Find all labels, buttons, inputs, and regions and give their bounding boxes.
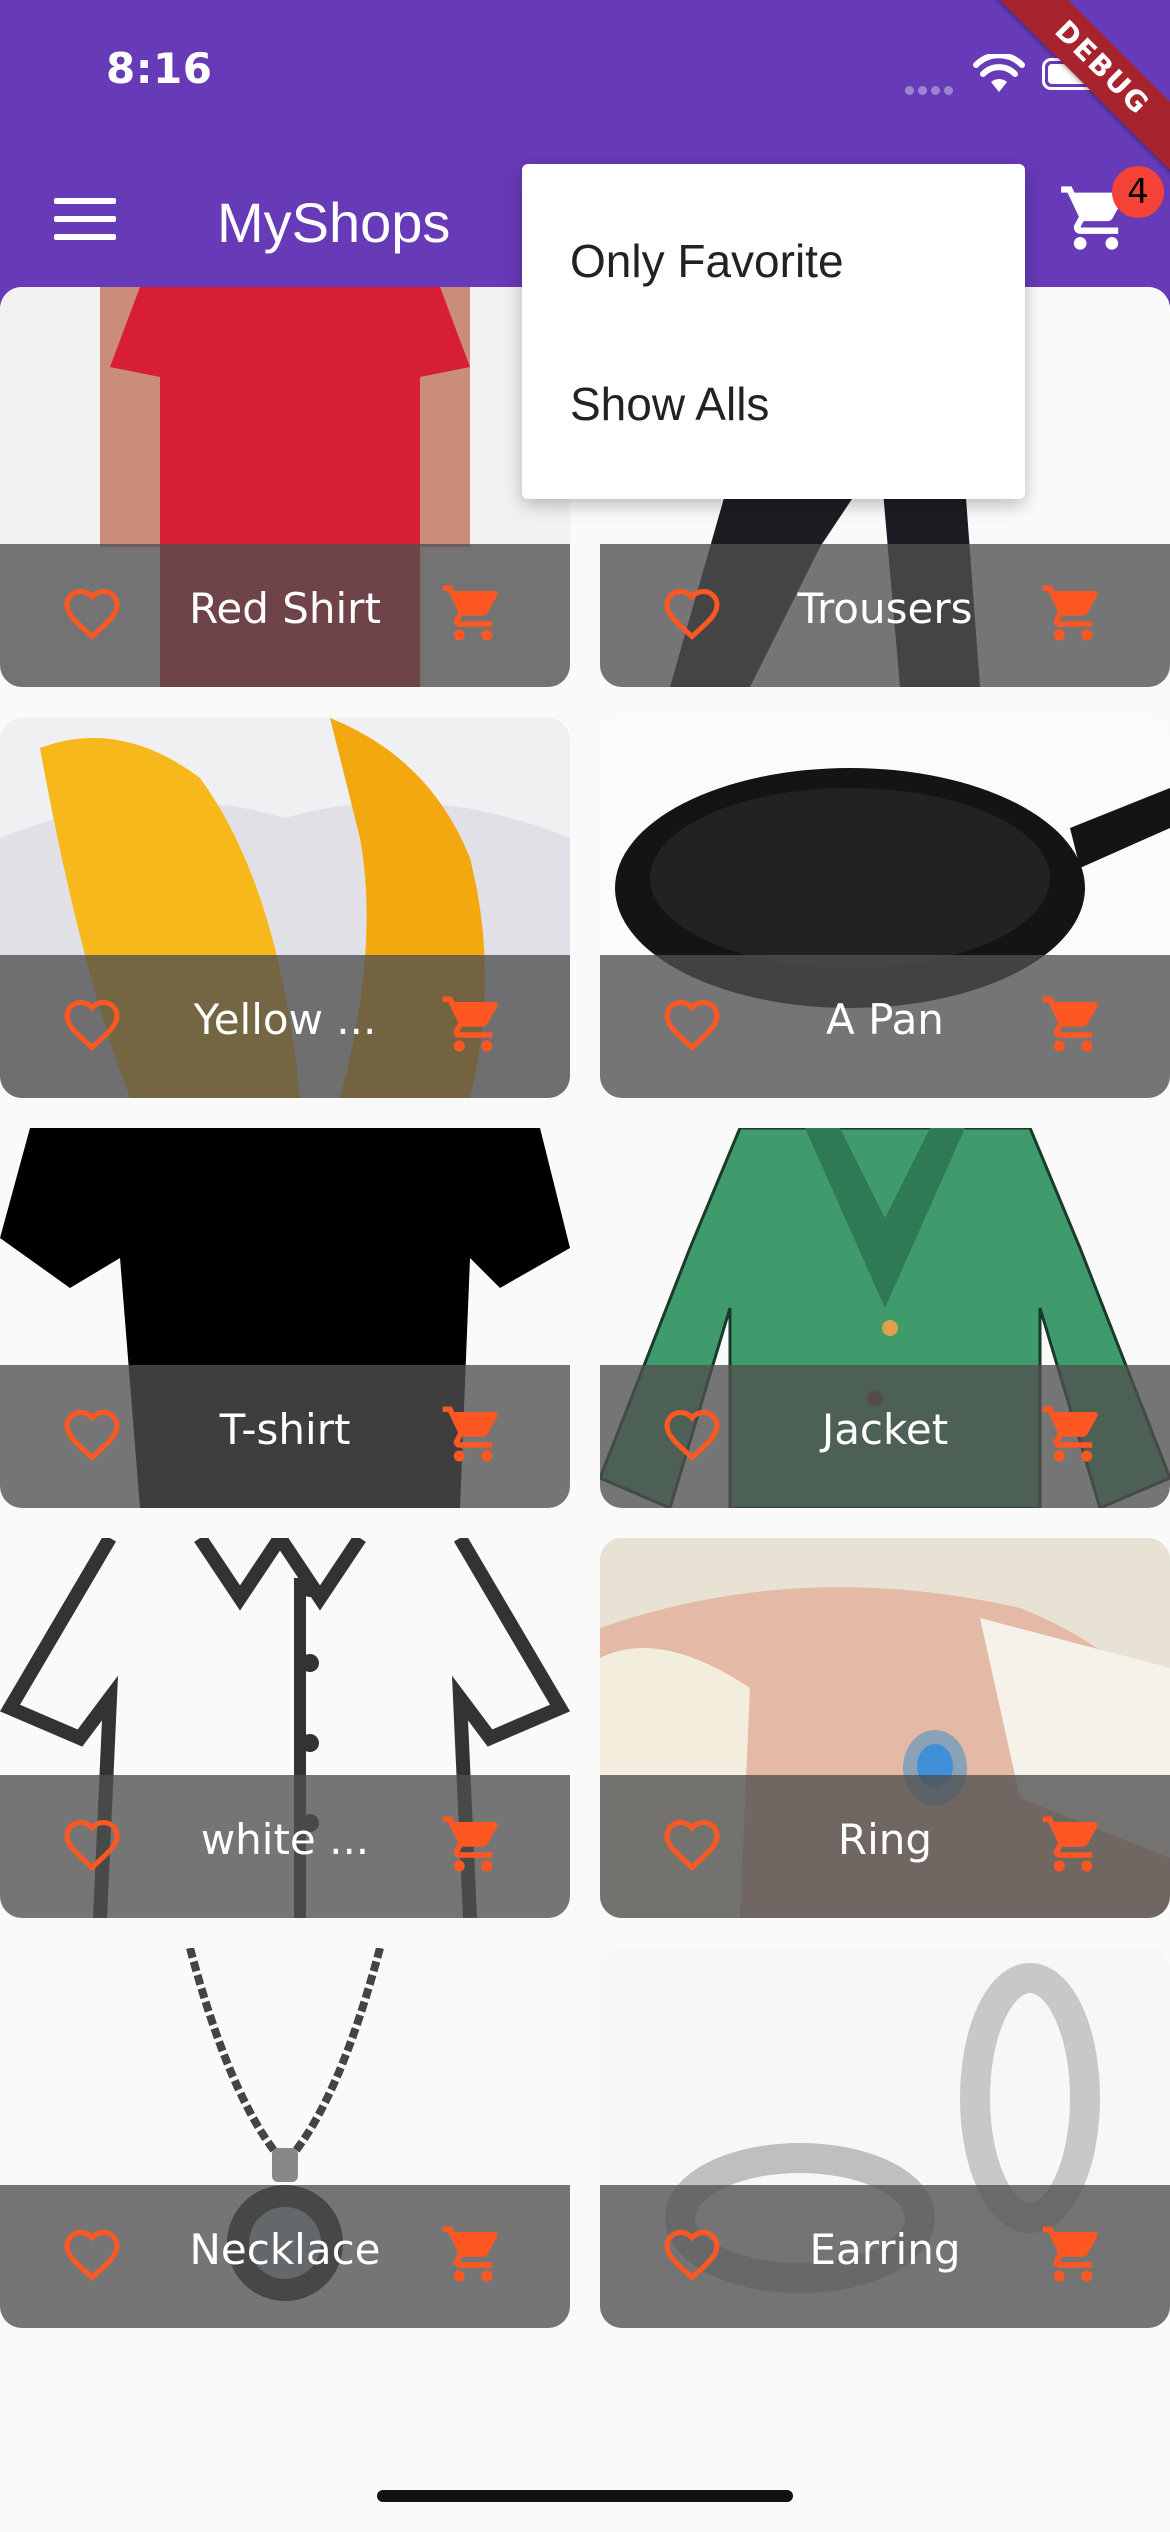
product-title: Earring [809, 2225, 961, 2274]
product-title: Red Shirt [189, 584, 381, 633]
cart-count-badge: 4 [1112, 166, 1164, 218]
product-title: Trousers [797, 584, 973, 633]
add-to-cart-icon[interactable] [1040, 1401, 1106, 1467]
product-title: white ... [200, 1815, 370, 1864]
product-tile[interactable]: T-shirt [0, 1128, 570, 1508]
product-title: Ring [837, 1815, 933, 1864]
menu-icon [54, 198, 116, 204]
product-tile[interactable]: Necklace [0, 1948, 570, 2328]
add-to-cart-icon[interactable] [440, 991, 506, 1057]
favorite-icon[interactable] [660, 1815, 724, 1875]
wifi-icon [973, 54, 1025, 92]
product-title: Jacket [821, 1405, 949, 1454]
add-to-cart-icon[interactable] [440, 1811, 506, 1877]
add-to-cart-icon[interactable] [1040, 991, 1106, 1057]
product-title: Yellow ... [193, 995, 377, 1044]
product-tile[interactable]: Ring [600, 1538, 1170, 1918]
favorite-icon[interactable] [60, 584, 124, 644]
favorite-icon[interactable] [60, 995, 124, 1055]
product-tile[interactable]: Red Shirt [0, 287, 570, 687]
add-to-cart-icon[interactable] [1040, 580, 1106, 646]
add-to-cart-icon[interactable] [440, 1401, 506, 1467]
page-title: MyShops [217, 191, 451, 254]
menu-item-only-favorite[interactable]: Only Favorite [570, 234, 844, 288]
add-to-cart-icon[interactable] [440, 2221, 506, 2287]
product-tile[interactable]: Earring [600, 1948, 1170, 2328]
home-indicator[interactable] [377, 2490, 793, 2502]
product-tile[interactable]: white ... [0, 1538, 570, 1918]
filter-popup-menu: Only Favorite Show Alls [522, 164, 1025, 499]
product-title: Necklace [189, 2225, 381, 2274]
add-to-cart-icon[interactable] [1040, 1811, 1106, 1877]
product-title: A Pan [826, 995, 944, 1044]
product-tile[interactable]: Jacket [600, 1128, 1170, 1508]
menu-button[interactable] [50, 198, 120, 254]
status-time: 8:16 [106, 44, 213, 93]
menu-item-show-all[interactable]: Show Alls [570, 377, 769, 431]
add-to-cart-icon[interactable] [440, 580, 506, 646]
favorite-icon[interactable] [660, 584, 724, 644]
favorite-icon[interactable] [660, 995, 724, 1055]
product-title: T-shirt [219, 1405, 351, 1454]
cellular-signal-icon [905, 80, 961, 95]
favorite-icon[interactable] [660, 1405, 724, 1465]
favorite-icon[interactable] [60, 2225, 124, 2285]
favorite-icon[interactable] [60, 1815, 124, 1875]
favorite-icon[interactable] [60, 1405, 124, 1465]
favorite-icon[interactable] [660, 2225, 724, 2285]
add-to-cart-icon[interactable] [1040, 2221, 1106, 2287]
product-tile[interactable]: A Pan [600, 718, 1170, 1098]
product-tile[interactable]: Yellow ... [0, 718, 570, 1098]
